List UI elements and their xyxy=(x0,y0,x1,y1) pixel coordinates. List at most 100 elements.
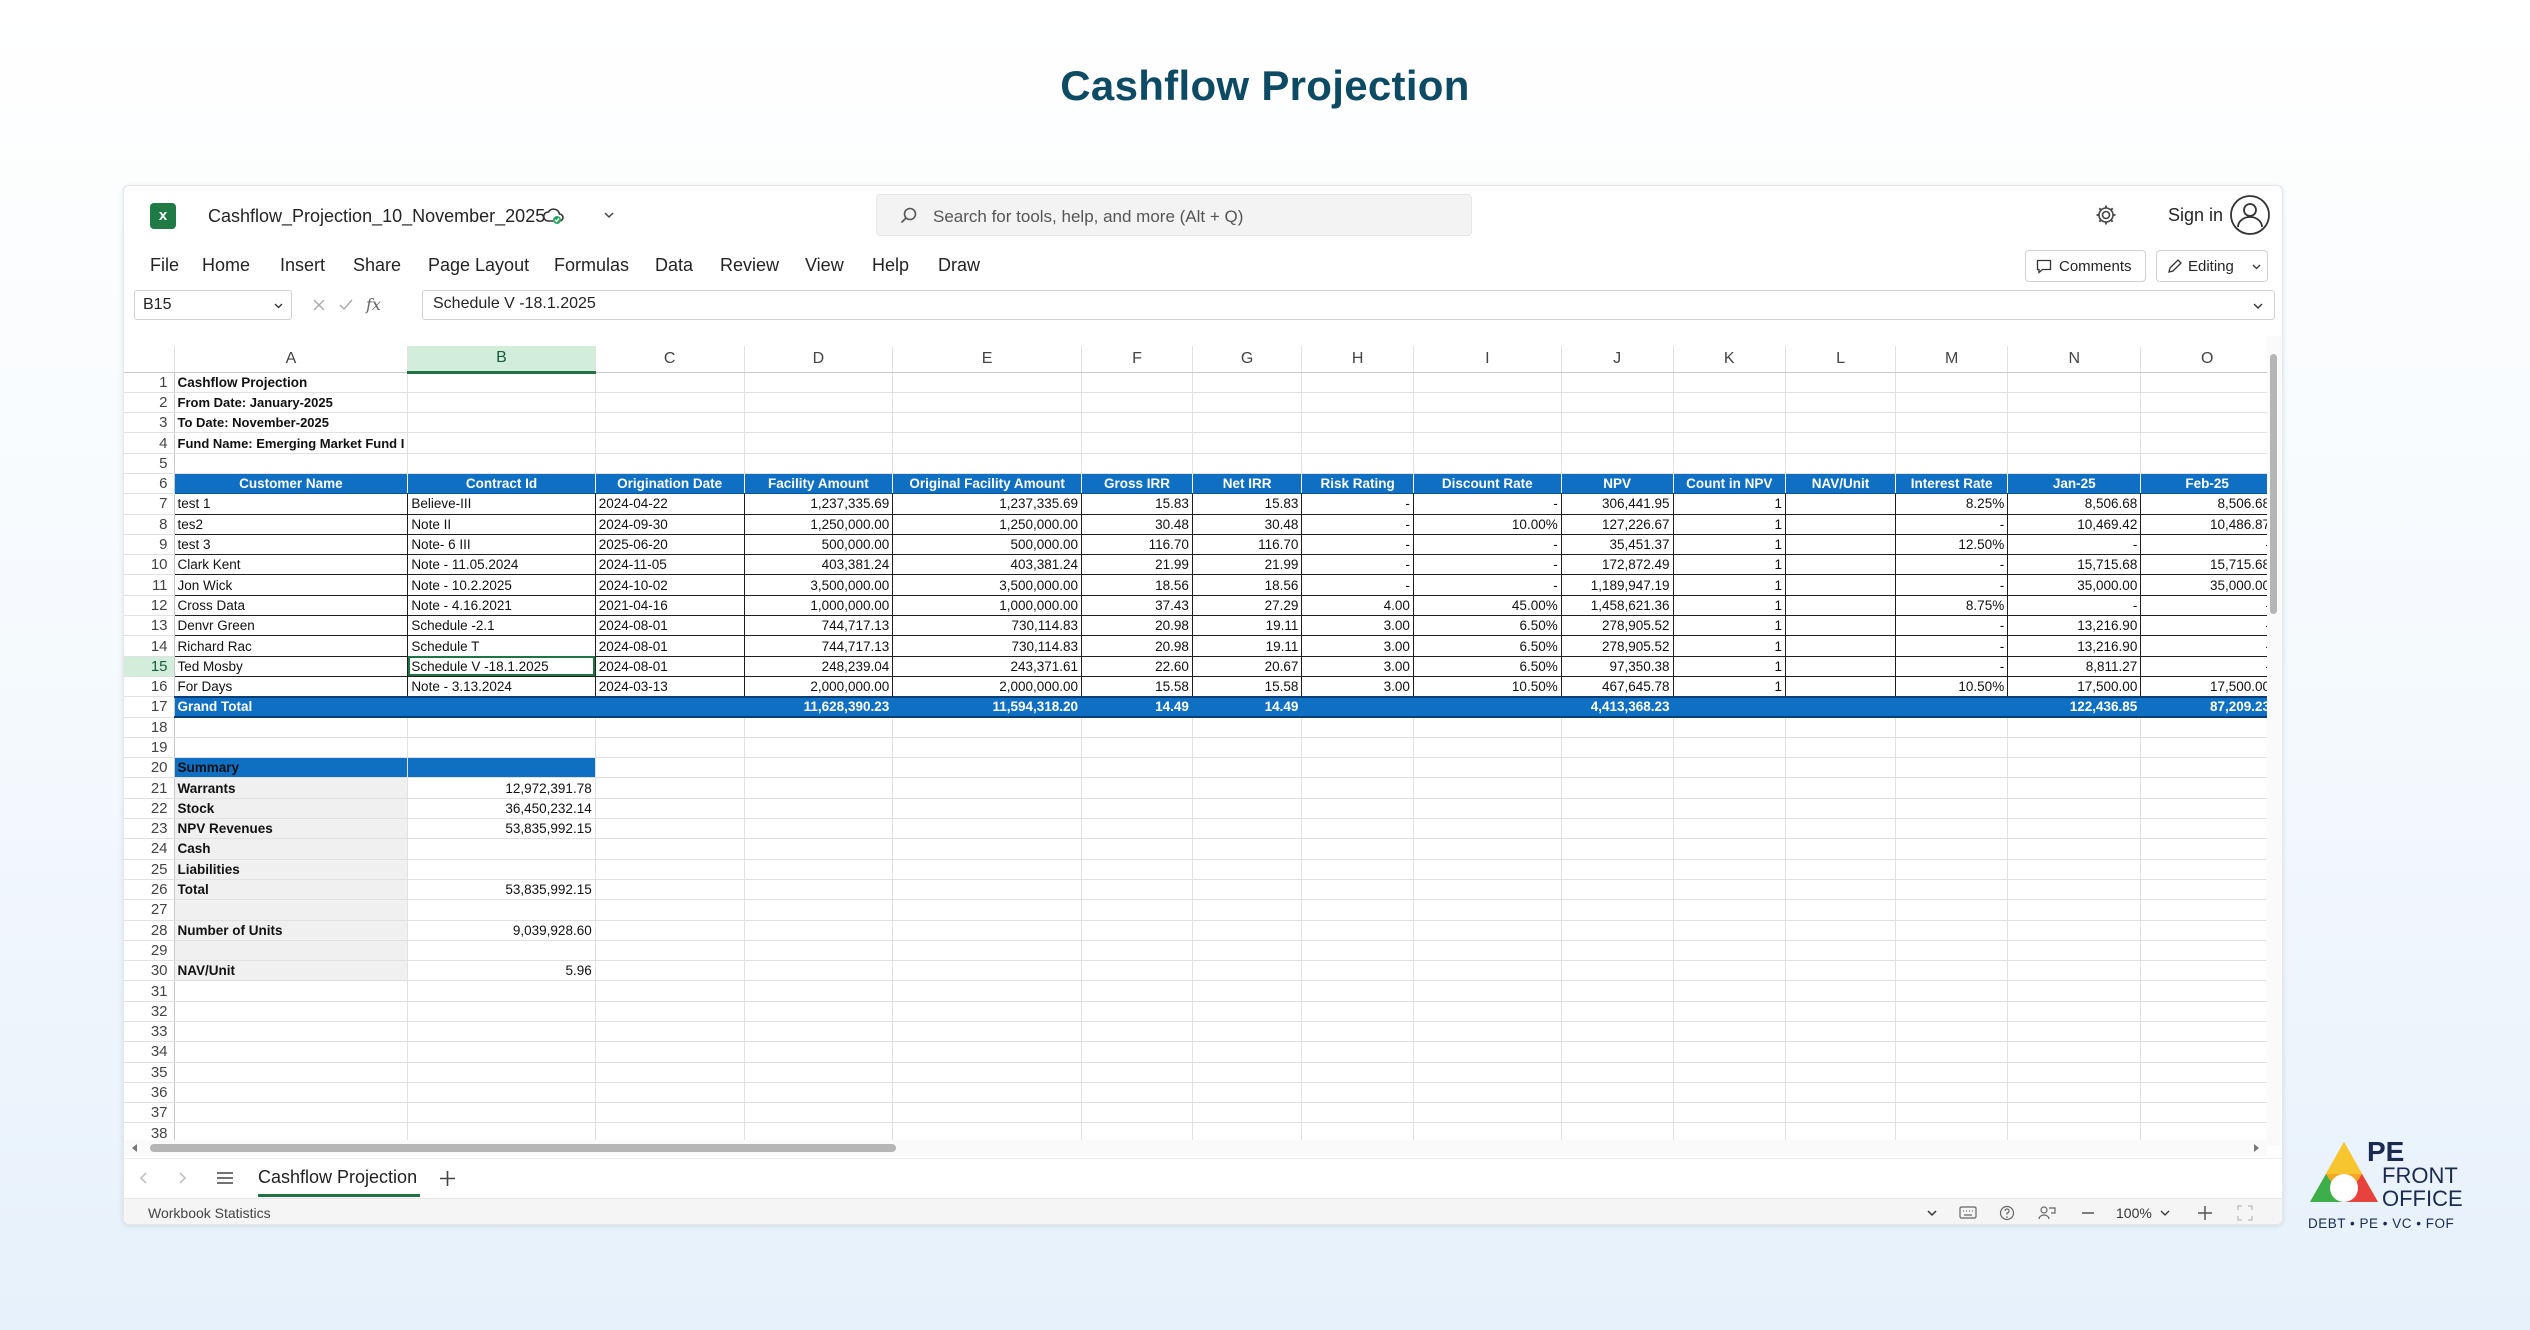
table-cell[interactable]: 22.60 xyxy=(1081,655,1193,677)
sheet-row[interactable]: 4 Fund Name: Emerging Market Fund I xyxy=(124,432,2274,454)
summary-label[interactable]: Liabilities xyxy=(173,858,409,880)
cell[interactable] xyxy=(1673,432,1786,454)
table-cell[interactable]: 30.48 xyxy=(1081,513,1193,535)
cell[interactable] xyxy=(1561,777,1674,799)
table-cell[interactable]: 1 xyxy=(1672,615,1786,637)
table-cell[interactable]: 2,000,000.00 xyxy=(892,675,1083,698)
table-cell[interactable]: - xyxy=(2007,533,2142,556)
table-cell[interactable]: - xyxy=(1895,574,2009,596)
cell[interactable] xyxy=(892,1082,1083,1104)
menu-file[interactable]: File xyxy=(150,255,179,276)
cell[interactable] xyxy=(2140,412,2274,434)
row-header[interactable]: 18 xyxy=(124,717,175,738)
table-cell[interactable]: 1 xyxy=(1672,675,1786,698)
cell[interactable] xyxy=(1081,737,1193,759)
menu-view[interactable]: View xyxy=(805,255,844,276)
function-icon[interactable]: fx xyxy=(366,295,381,314)
cell[interactable] xyxy=(2140,372,2274,393)
menu-home[interactable]: Home xyxy=(202,255,250,276)
table-cell[interactable]: - xyxy=(1895,513,2009,535)
cell[interactable] xyxy=(595,453,745,474)
table-cell[interactable]: 3.00 xyxy=(1301,675,1414,698)
table-cell[interactable]: 12.50% xyxy=(1895,533,2009,556)
table-cell[interactable]: 730,114.83 xyxy=(892,635,1083,657)
cell[interactable] xyxy=(595,1082,745,1104)
cell[interactable] xyxy=(1192,1102,1303,1124)
sheet-row[interactable]: 14 Richard Rac Schedule T 2024-08-01 744,717… xyxy=(124,635,2274,657)
cell[interactable] xyxy=(1081,920,1193,941)
cell[interactable] xyxy=(2007,757,2142,779)
grand-total-cell[interactable] xyxy=(1413,695,1562,719)
column-header-i[interactable]: I xyxy=(1413,346,1562,373)
cell[interactable] xyxy=(1081,1082,1193,1104)
table-cell[interactable]: 1,458,621.36 xyxy=(1560,594,1674,617)
cell[interactable] xyxy=(1895,1062,2009,1083)
row-header[interactable]: 16 xyxy=(124,676,175,698)
cell[interactable] xyxy=(1413,1082,1562,1104)
cell[interactable] xyxy=(1413,838,1562,860)
table-cell[interactable]: 6.50% xyxy=(1412,635,1562,657)
cell[interactable] xyxy=(1561,1001,1674,1023)
cell[interactable] xyxy=(1081,372,1193,393)
cell[interactable] xyxy=(1081,1041,1193,1063)
cell[interactable] xyxy=(1561,798,1674,820)
menu-help[interactable]: Help xyxy=(872,255,909,276)
cell[interactable] xyxy=(2140,960,2274,982)
table-cell[interactable] xyxy=(1784,635,1897,657)
cell[interactable] xyxy=(1301,920,1414,941)
cell[interactable] xyxy=(1895,798,2009,820)
table-cell[interactable]: 20.98 xyxy=(1081,615,1193,637)
summary-value[interactable] xyxy=(407,899,596,921)
table-cell[interactable]: 744,717.13 xyxy=(743,635,894,657)
cell[interactable] xyxy=(174,1082,409,1104)
cell[interactable] xyxy=(2007,737,2142,759)
cell[interactable] xyxy=(1413,818,1562,840)
cell[interactable] xyxy=(2007,412,2142,434)
row-header[interactable]: 15 xyxy=(124,656,175,677)
sheet-row[interactable]: 19 xyxy=(124,737,2274,759)
all-sheets-menu-icon[interactable] xyxy=(216,1171,234,1185)
cell[interactable] xyxy=(1561,1062,1674,1083)
cell[interactable] xyxy=(1413,960,1562,982)
summary-value[interactable] xyxy=(407,939,596,962)
row-header[interactable]: 28 xyxy=(124,920,175,941)
table-cell[interactable]: 1 xyxy=(1672,554,1786,576)
cell[interactable] xyxy=(595,1021,745,1043)
cell[interactable] xyxy=(1192,1001,1303,1023)
cell[interactable] xyxy=(1561,1102,1674,1124)
table-cell[interactable]: 500,000.00 xyxy=(892,533,1083,556)
cell[interactable] xyxy=(1192,757,1303,779)
table-cell[interactable] xyxy=(1784,655,1897,677)
cell[interactable] xyxy=(1785,798,1897,820)
cell[interactable] xyxy=(1895,432,2009,454)
grand-total-cell[interactable] xyxy=(1301,695,1414,719)
cell[interactable] xyxy=(1673,920,1786,941)
cell[interactable] xyxy=(1673,899,1786,921)
menu-draw[interactable]: Draw xyxy=(938,255,980,276)
row-header[interactable]: 33 xyxy=(124,1021,175,1043)
chevron-down-icon[interactable] xyxy=(602,208,616,222)
table-cell[interactable]: - xyxy=(1301,574,1414,596)
cell[interactable] xyxy=(1785,879,1897,901)
workbook-statistics[interactable]: Workbook Statistics xyxy=(148,1205,271,1221)
sheet-row[interactable]: 21 Warrants 12,972,391.78 xyxy=(124,777,2274,799)
menu-page-layout[interactable]: Page Layout xyxy=(428,255,529,276)
table-cell[interactable]: - xyxy=(1895,615,2009,637)
cell[interactable] xyxy=(744,1041,894,1063)
cell[interactable] xyxy=(2140,940,2274,962)
cell[interactable] xyxy=(2140,980,2274,1002)
row-header[interactable]: 3 xyxy=(124,412,175,434)
help-icon[interactable] xyxy=(1999,1205,2015,1221)
cell[interactable] xyxy=(1413,432,1562,454)
cell[interactable] xyxy=(407,1082,596,1104)
row-header[interactable]: 24 xyxy=(124,838,175,860)
table-cell[interactable]: 15.83 xyxy=(1191,493,1303,515)
cancel-icon[interactable] xyxy=(312,298,326,312)
table-cell[interactable]: 2024-09-30 xyxy=(594,513,745,535)
cell[interactable] xyxy=(1673,737,1786,759)
cell[interactable] xyxy=(892,859,1083,880)
cell[interactable] xyxy=(174,1041,409,1063)
cell[interactable] xyxy=(744,879,894,901)
table-cell[interactable]: 20.67 xyxy=(1191,655,1303,677)
cell[interactable] xyxy=(1081,879,1193,901)
